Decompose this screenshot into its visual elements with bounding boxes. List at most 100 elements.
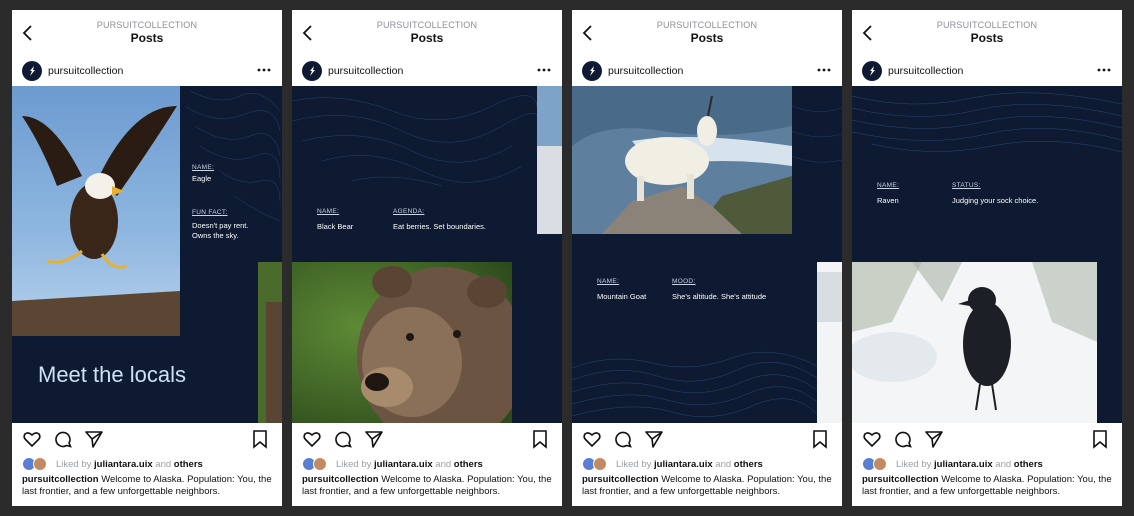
liked-by-text[interactable]: Liked by juliantara.uix and others	[616, 459, 763, 470]
action-bar	[572, 429, 842, 451]
goat-photo-preview	[537, 86, 562, 234]
bear-photo-preview	[258, 262, 282, 423]
likes-row: Liked by juliantara.uix and others	[22, 457, 278, 471]
field-value-status: Judging your sock choice.	[952, 196, 1039, 205]
post-user-bar: pursuitcollection	[12, 56, 282, 86]
field-label-name: NAME:	[192, 164, 215, 171]
more-horizontal-icon[interactable]	[256, 62, 272, 78]
bookmark-icon[interactable]	[530, 429, 550, 449]
post-screen-bear: PURSUITCOLLECTION Posts pursuitcollectio…	[292, 10, 562, 506]
header: PURSUITCOLLECTION Posts	[12, 10, 282, 56]
field-value-name: Raven	[877, 196, 899, 205]
post-image[interactable]: NAME: Black Bear AGENDA: Eat berries. Se…	[292, 86, 562, 423]
page-title: Posts	[130, 31, 164, 45]
logo-icon	[310, 66, 315, 76]
topographic-pattern	[572, 351, 817, 418]
field-label-name: NAME:	[597, 278, 620, 285]
action-bar	[12, 429, 282, 451]
account-name-header: PURSUITCOLLECTION	[656, 20, 758, 30]
field-value-fun-fact: Doesn't pay rent. Owns the sky.	[192, 221, 249, 240]
liked-by-text[interactable]: Liked by juliantara.uix and others	[896, 459, 1043, 470]
field-label-agenda: AGENDA:	[393, 208, 425, 215]
page-title: Posts	[970, 31, 1004, 45]
more-horizontal-icon[interactable]	[536, 62, 552, 78]
liker-avatar[interactable]	[593, 457, 607, 471]
field-value-name: Eagle	[192, 174, 212, 183]
raven-photo	[852, 262, 1097, 423]
logo-icon	[30, 66, 35, 76]
username-link[interactable]: pursuitcollection	[888, 65, 963, 77]
likes-row: Liked by juliantara.uix and others	[862, 457, 1118, 471]
header: PURSUITCOLLECTION Posts	[292, 10, 562, 56]
caption: pursuitcollection Welcome to Alaska. Pop…	[302, 474, 552, 497]
field-label-name: NAME:	[877, 182, 900, 189]
goat-photo	[572, 86, 792, 234]
field-value-agenda: Eat berries. Set boundaries.	[393, 222, 486, 231]
liker-avatar[interactable]	[313, 457, 327, 471]
field-label-mood: MOOD:	[672, 278, 696, 285]
caption: pursuitcollection Welcome to Alaska. Pop…	[582, 474, 832, 497]
account-name-header: PURSUITCOLLECTION	[96, 20, 198, 30]
liked-by-text[interactable]: Liked by juliantara.uix and others	[336, 459, 483, 470]
liker-avatar[interactable]	[33, 457, 47, 471]
avatar[interactable]	[862, 61, 882, 81]
username-link[interactable]: pursuitcollection	[608, 65, 683, 77]
field-label-name: NAME:	[317, 208, 340, 215]
avatar[interactable]	[22, 61, 42, 81]
comment-icon[interactable]	[53, 429, 73, 449]
field-value-mood: She's altitude. She's attitude	[672, 292, 767, 301]
bookmark-icon[interactable]	[810, 429, 830, 449]
liker-avatar[interactable]	[873, 457, 887, 471]
post-screen-raven: PURSUITCOLLECTION Posts pursuitcollectio…	[852, 10, 1122, 506]
action-bar	[852, 429, 1122, 451]
page-title: Posts	[690, 31, 724, 45]
comment-icon[interactable]	[893, 429, 913, 449]
heart-icon[interactable]	[22, 429, 42, 449]
more-horizontal-icon[interactable]	[1096, 62, 1112, 78]
post-user-bar: pursuitcollection	[292, 56, 562, 86]
comment-icon[interactable]	[613, 429, 633, 449]
post-image[interactable]: NAME: Raven STATUS: Judging your sock ch…	[852, 86, 1122, 423]
eagle-photo	[12, 86, 180, 336]
username-link[interactable]: pursuitcollection	[328, 65, 403, 77]
field-value-name: Mountain Goat	[597, 292, 647, 301]
username-link[interactable]: pursuitcollection	[48, 65, 123, 77]
post-image[interactable]: NAME: Mountain Goat MOOD: She's altitude…	[572, 86, 842, 423]
post-user-bar: pursuitcollection	[852, 56, 1122, 86]
avatar[interactable]	[302, 61, 322, 81]
post-image[interactable]: NAME: Eagle FUN FACT: Doesn't pay rent. …	[12, 86, 282, 423]
heart-icon[interactable]	[302, 429, 322, 449]
headline: Meet the locals	[38, 362, 186, 387]
send-icon[interactable]	[644, 429, 664, 449]
post-user-bar: pursuitcollection	[572, 56, 842, 86]
caption: pursuitcollection Welcome to Alaska. Pop…	[22, 474, 272, 497]
page-title: Posts	[410, 31, 444, 45]
comment-icon[interactable]	[333, 429, 353, 449]
logo-icon	[590, 66, 595, 76]
likes-row: Liked by juliantara.uix and others	[582, 457, 838, 471]
field-value-name: Black Bear	[317, 222, 354, 231]
caption: pursuitcollection Welcome to Alaska. Pop…	[862, 474, 1112, 497]
topographic-pattern	[792, 105, 842, 163]
liked-by-text[interactable]: Liked by juliantara.uix and others	[56, 459, 203, 470]
bear-photo	[292, 262, 512, 423]
topographic-pattern	[852, 92, 1122, 153]
send-icon[interactable]	[364, 429, 384, 449]
topographic-pattern	[292, 95, 537, 187]
bookmark-icon[interactable]	[1090, 429, 1110, 449]
account-name-header: PURSUITCOLLECTION	[376, 20, 478, 30]
post-screen-eagle: PURSUITCOLLECTION Posts pursuitcollectio…	[12, 10, 282, 506]
account-name-header: PURSUITCOLLECTION	[936, 20, 1038, 30]
bookmark-icon[interactable]	[250, 429, 270, 449]
heart-icon[interactable]	[582, 429, 602, 449]
send-icon[interactable]	[84, 429, 104, 449]
field-label-fun-fact: FUN FACT:	[192, 209, 228, 216]
field-label-status: STATUS:	[952, 182, 981, 189]
more-horizontal-icon[interactable]	[816, 62, 832, 78]
header: PURSUITCOLLECTION Posts	[852, 10, 1122, 56]
send-icon[interactable]	[924, 429, 944, 449]
heart-icon[interactable]	[862, 429, 882, 449]
avatar[interactable]	[582, 61, 602, 81]
action-bar	[292, 429, 562, 451]
logo-icon	[870, 66, 875, 76]
